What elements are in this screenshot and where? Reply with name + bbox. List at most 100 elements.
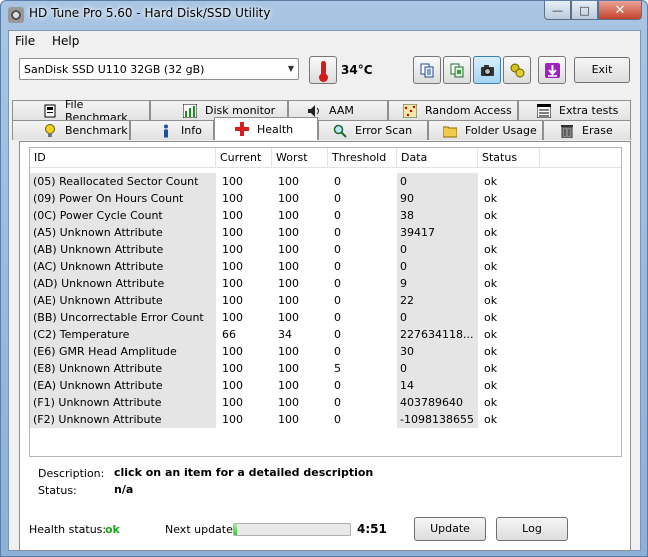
toolbar: SanDisk SSD U110 32GB (32 gB) ▼ 34°C Exi…: [9, 51, 640, 91]
column-header-status[interactable]: Status: [478, 148, 540, 168]
cell-worst: 34: [278, 328, 292, 341]
cell-data: 14: [397, 377, 478, 394]
table-row[interactable]: (BB) Uncorrectable Error Count 100 100 0…: [30, 309, 621, 326]
magnifier-icon: [333, 124, 347, 138]
tab-file-benchmark[interactable]: File Benchmark: [12, 98, 150, 124]
cell-data: 39417: [397, 224, 478, 241]
options-icon: [510, 63, 525, 78]
column-header-current[interactable]: Current: [216, 148, 272, 168]
chevron-down-icon: ▼: [287, 64, 294, 73]
cell-data: 0: [397, 309, 478, 326]
column-header-threshold[interactable]: Threshold: [328, 148, 397, 168]
tab-folder-usage[interactable]: Folder Usage: [428, 120, 543, 140]
window-title: HD Tune Pro 5.60 - Hard Disk/SSD Utility: [29, 6, 271, 20]
cell-threshold: 0: [334, 413, 341, 426]
table-row[interactable]: (F1) Unknown Attribute 100 100 0 4037896…: [30, 394, 621, 411]
tab-extra-tests[interactable]: Extra tests: [518, 100, 631, 120]
cell-status: ok: [484, 328, 498, 341]
screenshot-button[interactable]: [473, 56, 501, 84]
cell-worst: 100: [278, 192, 299, 205]
random-access-icon: [402, 103, 418, 118]
tab-erase[interactable]: Erase: [543, 120, 631, 140]
table-row[interactable]: (E8) Unknown Attribute 100 100 5 0 ok: [30, 360, 621, 377]
tab-random-access[interactable]: Random Access: [388, 100, 518, 120]
exit-button[interactable]: Exit: [574, 57, 630, 83]
copy-text-icon: [420, 63, 434, 78]
table-row[interactable]: (09) Power On Hours Count 100 100 0 90 o…: [30, 190, 621, 207]
cell-threshold: 0: [334, 175, 341, 188]
cell-data: 0: [397, 241, 478, 258]
cell-current: 100: [222, 345, 243, 358]
tab-health[interactable]: Health: [214, 117, 318, 140]
table-row[interactable]: (F2) Unknown Attribute 100 100 0 -109813…: [30, 411, 621, 428]
table-row[interactable]: (05) Reallocated Sector Count 100 100 0 …: [30, 173, 621, 190]
update-button[interactable]: Update: [414, 517, 486, 541]
cell-worst: 100: [278, 345, 299, 358]
options-button[interactable]: [503, 56, 531, 84]
table-row[interactable]: (C2) Temperature 66 34 0 227634118... ok: [30, 326, 621, 343]
title-bar[interactable]: HD Tune Pro 5.60 - Hard Disk/SSD Utility…: [1, 1, 647, 29]
table-row[interactable]: (EA) Unknown Attribute 100 100 0 14 ok: [30, 377, 621, 394]
close-button[interactable]: ✕: [598, 1, 642, 20]
table-row[interactable]: (A5) Unknown Attribute 100 100 0 39417 o…: [30, 224, 621, 241]
status-value: n/a: [114, 483, 134, 496]
window-controls: — □ ✕: [544, 1, 642, 21]
smart-table[interactable]: ID Current Worst Threshold Data Status (…: [29, 147, 622, 457]
table-row[interactable]: (AB) Unknown Attribute 100 100 0 0 ok: [30, 241, 621, 258]
column-header-data[interactable]: Data: [397, 148, 478, 168]
table-row[interactable]: (E6) GMR Head Amplitude 100 100 0 30 ok: [30, 343, 621, 360]
tab-random-access-label: Random Access: [425, 104, 512, 117]
cell-current: 100: [222, 311, 243, 324]
file-benchmark-icon: [43, 104, 57, 118]
copy-screen-icon: [450, 63, 464, 78]
health-status-value: ok: [105, 523, 120, 536]
column-header-id[interactable]: ID: [30, 148, 216, 168]
hdtune-app-icon: [8, 7, 24, 23]
log-button[interactable]: Log: [496, 517, 568, 541]
cell-current: 100: [222, 396, 243, 409]
menu-bar: File Help: [9, 31, 640, 51]
app-window: HD Tune Pro 5.60 - Hard Disk/SSD Utility…: [0, 0, 648, 557]
cell-data: 9: [397, 275, 478, 292]
extra-tests-icon: [536, 103, 552, 118]
cell-current: 66: [222, 328, 236, 341]
save-button[interactable]: [538, 56, 566, 84]
cell-worst: 100: [278, 209, 299, 222]
menu-file[interactable]: File: [15, 34, 35, 48]
cell-id: (0C) Power Cycle Count: [30, 207, 216, 224]
copy-screen-button[interactable]: [443, 56, 471, 84]
table-row[interactable]: (AE) Unknown Attribute 100 100 0 22 ok: [30, 292, 621, 309]
tab-error-scan[interactable]: Error Scan: [318, 120, 428, 140]
cell-status: ok: [484, 362, 498, 375]
cell-worst: 100: [278, 294, 299, 307]
cell-worst: 100: [278, 362, 299, 375]
tab-benchmark[interactable]: Benchmark: [12, 120, 130, 140]
table-row[interactable]: (0C) Power Cycle Count 100 100 0 38 ok: [30, 207, 621, 224]
menu-help[interactable]: Help: [52, 34, 79, 48]
cell-data: 227634118...: [397, 326, 478, 343]
minimize-button[interactable]: —: [544, 1, 571, 20]
temperature-readout: 34°C: [341, 63, 373, 77]
tab-info[interactable]: Info: [130, 120, 214, 140]
copy-text-button[interactable]: [413, 56, 441, 84]
cell-id: (A5) Unknown Attribute: [30, 224, 216, 241]
cell-data: 38: [397, 207, 478, 224]
table-row[interactable]: (AC) Unknown Attribute 100 100 0 0 ok: [30, 258, 621, 275]
maximize-button[interactable]: □: [571, 1, 598, 20]
cell-current: 100: [222, 294, 243, 307]
tab-disk-monitor-label: Disk monitor: [205, 104, 276, 117]
cell-data: -1098138655: [397, 411, 478, 428]
drive-select[interactable]: SanDisk SSD U110 32GB (32 gB) ▼: [19, 58, 299, 80]
health-cross-icon: [235, 122, 249, 136]
cell-data: 403789640: [397, 394, 478, 411]
cell-status: ok: [484, 345, 498, 358]
progress-fill: [234, 524, 238, 535]
cell-data: 22: [397, 292, 478, 309]
column-header-worst[interactable]: Worst: [272, 148, 328, 168]
table-row[interactable]: (AD) Unknown Attribute 100 100 0 9 ok: [30, 275, 621, 292]
description-label: Description:: [38, 467, 105, 480]
cell-status: ok: [484, 192, 498, 205]
cell-worst: 100: [278, 396, 299, 409]
camera-icon: [481, 65, 494, 76]
cell-id: (05) Reallocated Sector Count: [30, 173, 216, 190]
